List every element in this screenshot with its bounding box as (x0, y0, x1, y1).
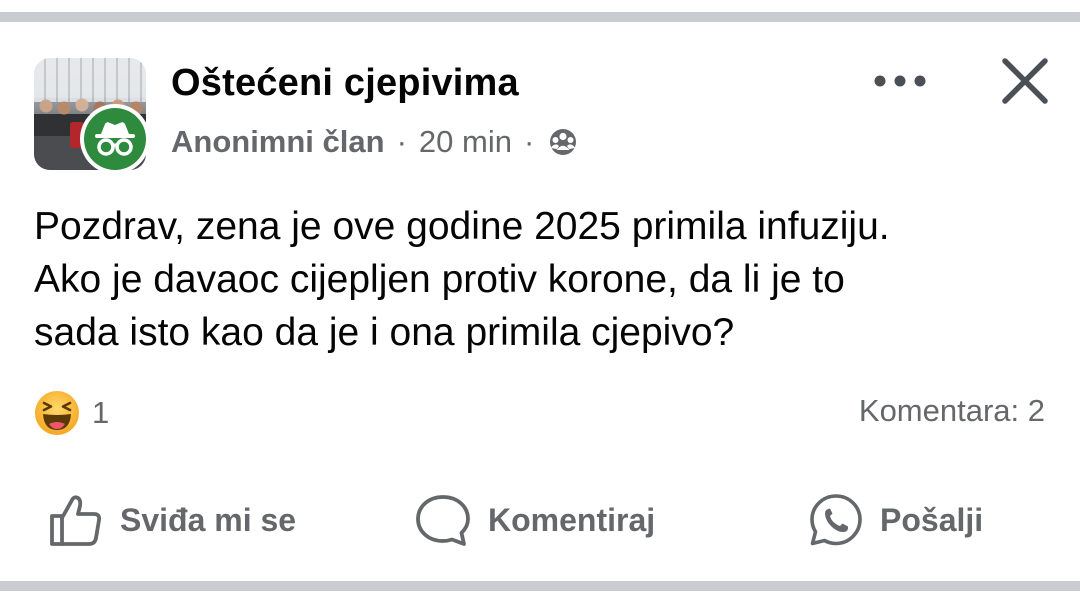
close-post-button[interactable] (994, 50, 1056, 112)
more-options-icon (874, 75, 926, 87)
comment-label: Komentiraj (488, 501, 656, 538)
meta-separator: · (396, 124, 407, 159)
feed-divider-top (0, 12, 1080, 22)
post-avatar[interactable] (34, 58, 150, 174)
haha-reaction-icon (35, 391, 79, 435)
reactions-summary[interactable]: 1 (34, 390, 109, 436)
more-options-button[interactable] (870, 64, 930, 98)
group-audience-icon (546, 127, 580, 157)
post-body: Pozdrav, zena je ove godine 2025 primila… (34, 200, 1044, 359)
send-label: Pošalji (880, 501, 984, 538)
like-label: Sviđa mi se (120, 501, 297, 538)
post-time[interactable]: 20 min (419, 124, 512, 160)
thumbs-up-icon (50, 495, 102, 546)
post-text-line: Pozdrav, zena je ove godine 2025 primila… (34, 205, 890, 248)
feed-divider-bottom (0, 581, 1080, 591)
post-text-line: Ako je davaoc cijepljen protiv korone, d… (34, 258, 845, 301)
post-text-line: sada isto kao da je i ona primila cjepiv… (34, 311, 735, 354)
anonymous-incognito-icon (95, 122, 135, 156)
anonymous-member-badge (80, 104, 150, 174)
comments-count-link[interactable]: Komentara: 2 (859, 393, 1045, 429)
reaction-count: 1 (92, 395, 110, 430)
like-button[interactable]: Sviđa mi se (48, 490, 296, 550)
post-meta: Anonimni član · 20 min · (171, 124, 580, 160)
send-button[interactable]: Pošalji (808, 490, 983, 550)
author-name[interactable]: Anonimni član (171, 124, 385, 160)
post-action-bar: Sviđa mi se Komentiraj Pošalji (0, 490, 1080, 550)
meta-separator: · (523, 124, 535, 159)
close-icon (1002, 58, 1048, 104)
comment-bubble-icon (416, 495, 470, 546)
group-name-link[interactable]: Oštećeni cjepivima (171, 62, 519, 105)
whatsapp-icon (810, 494, 862, 546)
comment-button[interactable]: Komentiraj (414, 490, 655, 550)
